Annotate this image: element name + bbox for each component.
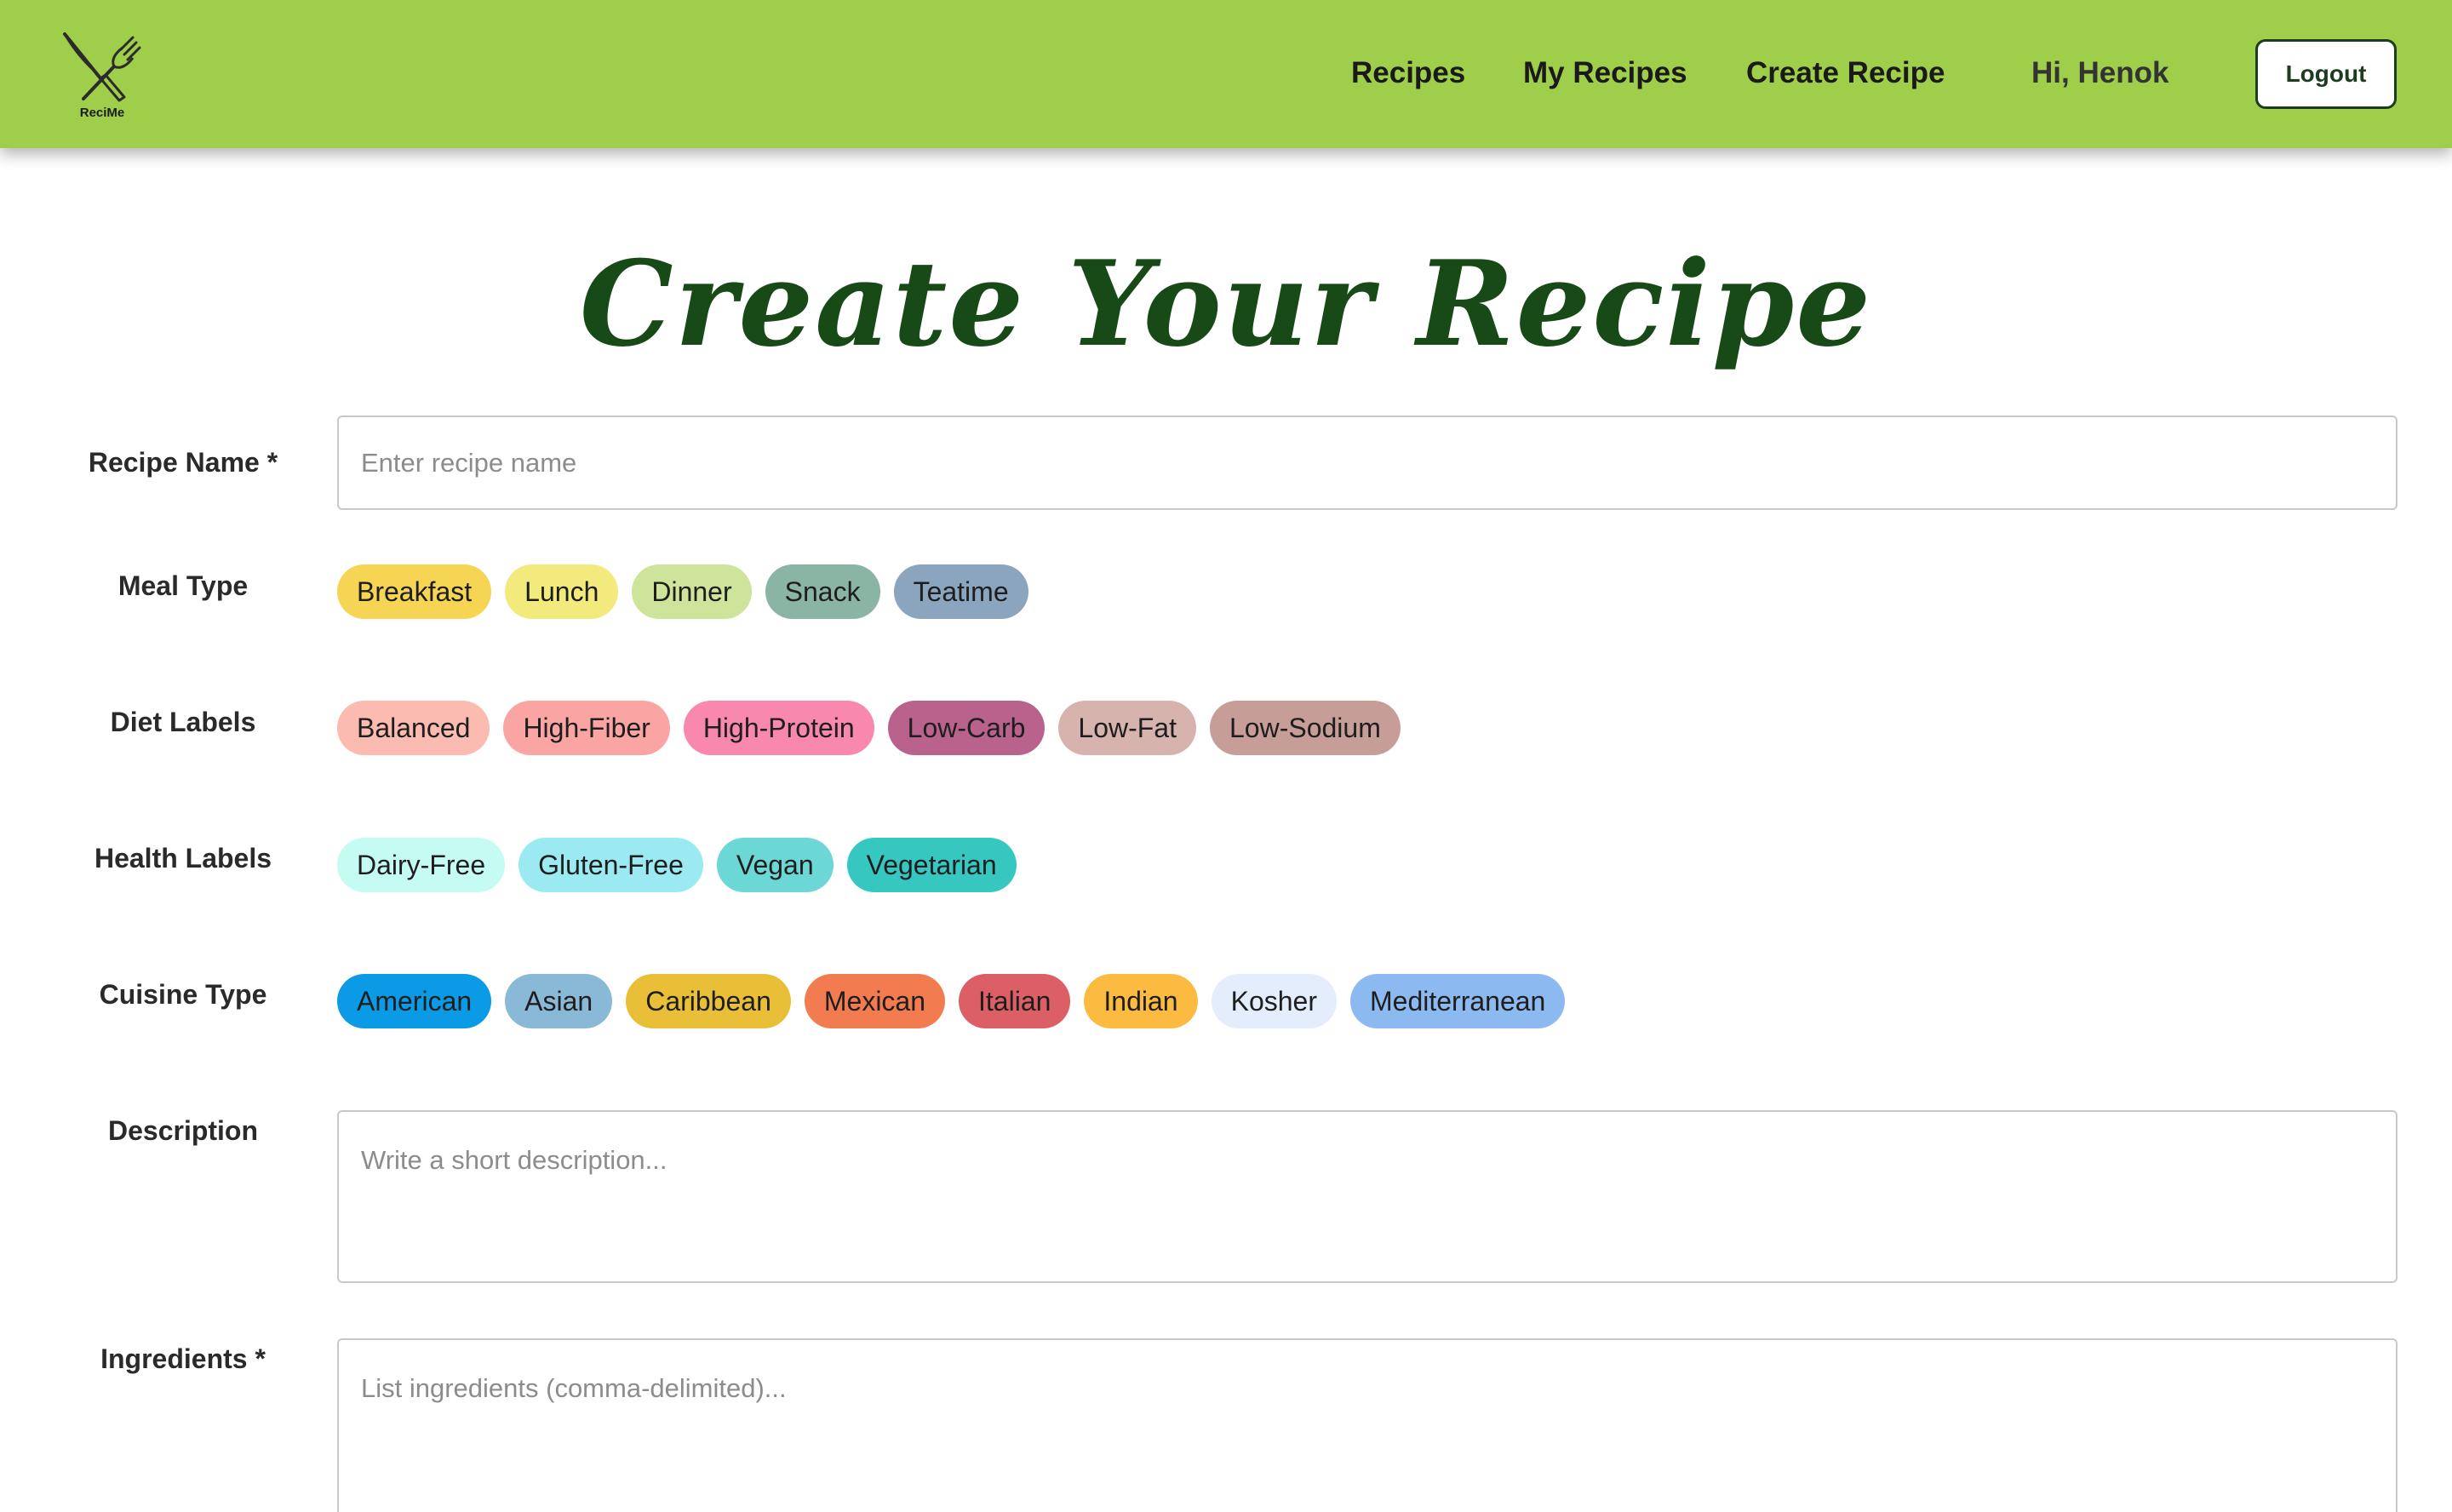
user-greeting: Hi, Henok bbox=[2031, 56, 2169, 89]
fork-knife-icon bbox=[63, 32, 141, 102]
meal-type-chip-dinner[interactable]: Dinner bbox=[632, 564, 752, 619]
cuisine-type-chip-asian[interactable]: Asian bbox=[505, 974, 613, 1028]
cuisine-type-chip-mexican[interactable]: Mexican bbox=[804, 974, 946, 1028]
health-label-chip-dairy-free[interactable]: Dairy-Free bbox=[337, 838, 506, 892]
cuisine-type-label: Cuisine Type bbox=[99, 979, 267, 1010]
meal-type-chip-snack[interactable]: Snack bbox=[765, 564, 880, 619]
ingredients-label: Ingredients * bbox=[100, 1343, 266, 1374]
meal-type-options: Breakfast Lunch Dinner Snack Teatime bbox=[337, 564, 1028, 619]
diet-label-chip-low-carb[interactable]: Low-Carb bbox=[887, 701, 1046, 755]
description-textarea[interactable] bbox=[337, 1110, 2398, 1283]
nav-link-my-recipes[interactable]: My Recipes bbox=[1523, 56, 1687, 90]
diet-label-chip-low-fat[interactable]: Low-Fat bbox=[1058, 701, 1196, 755]
meal-type-chip-breakfast[interactable]: Breakfast bbox=[337, 564, 492, 619]
diet-label-chip-balanced[interactable]: Balanced bbox=[337, 701, 490, 755]
diet-labels-label: Diet Labels bbox=[110, 707, 256, 737]
health-labels-label: Health Labels bbox=[94, 843, 272, 873]
nav-link-create-recipe[interactable]: Create Recipe bbox=[1746, 56, 1945, 90]
navbar: ReciMe Recipes My Recipes Create Recipe … bbox=[0, 0, 2452, 148]
meal-type-chip-teatime[interactable]: Teatime bbox=[893, 564, 1028, 619]
brand-logo[interactable]: ReciMe bbox=[60, 29, 145, 123]
meal-type-chip-lunch[interactable]: Lunch bbox=[505, 564, 619, 619]
health-label-chip-gluten-free[interactable]: Gluten-Free bbox=[518, 838, 703, 892]
cuisine-type-chip-american[interactable]: American bbox=[337, 974, 492, 1028]
ingredients-textarea[interactable] bbox=[337, 1338, 2398, 1512]
health-labels-options: Dairy-Free Gluten-Free Vegan Vegetarian bbox=[337, 838, 1017, 892]
create-recipe-page: ReciMe Recipes My Recipes Create Recipe … bbox=[0, 0, 2452, 1512]
page-title: Create Your Recipe bbox=[579, 234, 1873, 373]
health-label-chip-vegetarian[interactable]: Vegetarian bbox=[846, 838, 1017, 892]
nav-link-recipes[interactable]: Recipes bbox=[1351, 56, 1465, 90]
recipe-name-input[interactable] bbox=[337, 415, 2398, 510]
diet-label-chip-low-sodium[interactable]: Low-Sodium bbox=[1209, 701, 1401, 755]
meal-type-label: Meal Type bbox=[117, 570, 249, 601]
cuisine-type-chip-kosher[interactable]: Kosher bbox=[1211, 974, 1337, 1028]
brand-name: ReciMe bbox=[79, 106, 125, 120]
health-label-chip-vegan[interactable]: Vegan bbox=[716, 838, 834, 892]
diet-labels-options: Balanced High-Fiber High-Protein Low-Carb Lo… bbox=[337, 701, 1401, 755]
diet-label-chip-high-protein[interactable]: High-Protein bbox=[683, 701, 874, 755]
description-label: Description bbox=[107, 1115, 259, 1146]
diet-label-chip-high-fiber[interactable]: High-Fiber bbox=[503, 701, 670, 755]
cuisine-type-chip-mediterranean[interactable]: Mediterranean bbox=[1349, 974, 1566, 1028]
recipe-name-label: Recipe Name * bbox=[88, 447, 278, 478]
cuisine-type-chip-caribbean[interactable]: Caribbean bbox=[626, 974, 791, 1028]
cuisine-type-chip-italian[interactable]: Italian bbox=[959, 974, 1071, 1028]
logout-button[interactable]: Logout bbox=[2255, 39, 2397, 109]
cuisine-type-options: American Asian Caribbean Mexican Italian Indi… bbox=[337, 974, 1566, 1028]
cuisine-type-chip-indian[interactable]: Indian bbox=[1084, 974, 1198, 1028]
